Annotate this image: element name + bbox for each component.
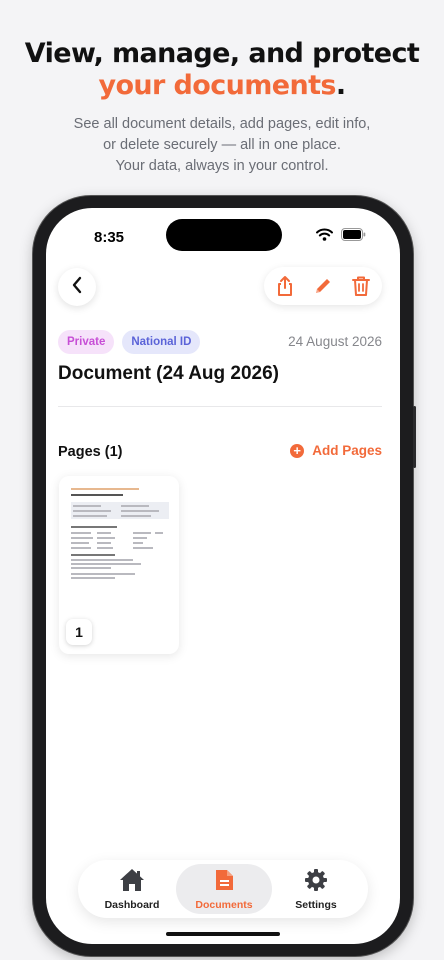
status-time: 8:35	[94, 229, 125, 246]
battery-icon	[341, 228, 366, 246]
tab-settings[interactable]: Settings	[276, 864, 356, 914]
hero-desc-line1: See all document details, add pages, edi…	[73, 116, 371, 132]
back-button[interactable]	[58, 268, 96, 306]
page-number-badge: 1	[66, 619, 92, 645]
chevron-left-icon	[71, 276, 83, 299]
wifi-icon	[316, 228, 333, 246]
document-icon	[214, 868, 234, 895]
tab-documents-label: Documents	[195, 898, 253, 911]
hero-title: View, manage, and protect your documents…	[0, 38, 444, 102]
home-icon	[119, 868, 145, 895]
hero-desc-line3: Your data, always in your control.	[115, 158, 329, 174]
hero-description: See all document details, add pages, edi…	[0, 114, 444, 177]
gear-icon	[304, 868, 328, 895]
tab-settings-label: Settings	[295, 898, 337, 911]
document-tags: Private National ID	[58, 330, 201, 354]
divider	[58, 406, 382, 407]
plus-circle-icon: +	[290, 443, 305, 458]
hero-title-accent: your documents	[98, 70, 336, 101]
document-date: 24 August 2026	[288, 334, 382, 349]
share-icon[interactable]	[272, 273, 298, 299]
hero-desc-line2: or delete securely — all in one place.	[103, 137, 341, 153]
document-title: Document (24 Aug 2026)	[58, 363, 280, 384]
status-icons	[316, 228, 366, 246]
document-actions	[264, 267, 382, 305]
add-pages-label: Add Pages	[312, 443, 382, 458]
hero-title-period: .	[335, 70, 346, 101]
pages-heading: Pages (1)	[58, 444, 123, 460]
hero-title-line1: View, manage, and protect	[24, 38, 420, 69]
page-thumbnail-card[interactable]: 1	[59, 476, 179, 654]
add-pages-button[interactable]: + Add Pages	[290, 443, 382, 458]
dynamic-island	[166, 219, 282, 251]
trash-icon[interactable]	[348, 273, 374, 299]
phone-frame: 8:35 Private National ID 24 August 2026 …	[33, 196, 416, 956]
tag-private: Private	[58, 330, 115, 354]
edit-icon[interactable]	[310, 273, 336, 299]
tab-documents[interactable]: Documents	[176, 864, 272, 914]
tab-dashboard-label: Dashboard	[104, 898, 160, 911]
hero: View, manage, and protect your documents…	[0, 38, 444, 177]
document-preview-image	[69, 486, 171, 586]
tab-dashboard[interactable]: Dashboard	[92, 864, 172, 914]
phone-screen: 8:35 Private National ID 24 August 2026 …	[46, 208, 400, 944]
tag-national-id: National ID	[122, 330, 201, 354]
bottom-tab-bar: Dashboard Documents Settings	[78, 860, 368, 918]
side-button	[413, 406, 416, 468]
home-indicator	[166, 932, 280, 936]
